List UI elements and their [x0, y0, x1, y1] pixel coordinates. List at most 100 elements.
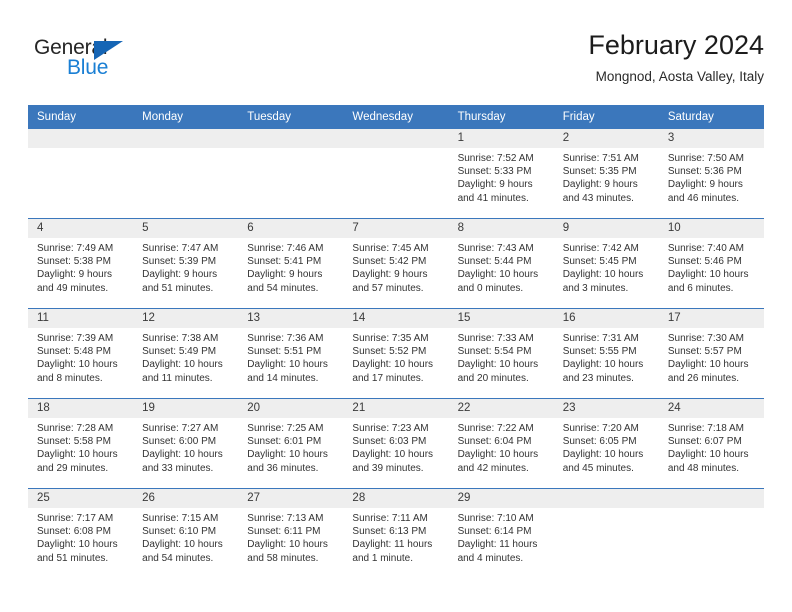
day-info: Sunrise: 7:46 AM Sunset: 5:41 PM Dayligh… [238, 238, 343, 295]
sunset-text: Sunset: 5:41 PM [247, 256, 322, 268]
day-info: Sunrise: 7:25 AM Sunset: 6:01 PM Dayligh… [238, 418, 343, 475]
day-cell[interactable]: 2 Sunrise: 7:51 AM Sunset: 5:35 PM Dayli… [553, 129, 659, 218]
daylight-line-2: and 1 minute. [352, 552, 414, 564]
day-cell[interactable]: 24 Sunrise: 7:18 AM Sunset: 6:07 PM Dayl… [658, 399, 764, 488]
day-cell[interactable]: 15 Sunrise: 7:33 AM Sunset: 5:54 PM Dayl… [448, 309, 554, 398]
day-number: 13 [238, 309, 344, 328]
day-number: 25 [28, 489, 134, 508]
day-cell[interactable]: 26 Sunrise: 7:15 AM Sunset: 6:10 PM Dayl… [133, 489, 239, 578]
day-number: 5 [133, 219, 239, 238]
daylight-line-1: Daylight: 10 hours [142, 539, 223, 551]
day-info: Sunrise: 7:17 AM Sunset: 6:08 PM Dayligh… [28, 508, 133, 565]
sunset-text: Sunset: 5:39 PM [142, 256, 217, 268]
day-cell[interactable]: 19 Sunrise: 7:27 AM Sunset: 6:00 PM Dayl… [133, 399, 239, 488]
sunrise-text: Sunrise: 7:31 AM [562, 333, 639, 344]
daylight-line-2: and 23 minutes. [562, 372, 634, 384]
page-title: February 2024 [588, 30, 764, 60]
day-cell[interactable]: 6 Sunrise: 7:46 AM Sunset: 5:41 PM Dayli… [238, 219, 344, 308]
sunset-text: Sunset: 6:08 PM [37, 526, 111, 538]
day-number: 1 [448, 129, 554, 148]
day-number [28, 129, 134, 148]
daylight-line-1: Daylight: 10 hours [142, 359, 223, 371]
day-cell[interactable]: 22 Sunrise: 7:22 AM Sunset: 6:04 PM Dayl… [448, 399, 554, 488]
sunset-text: Sunset: 5:33 PM [457, 166, 532, 178]
day-info: Sunrise: 7:45 AM Sunset: 5:42 PM Dayligh… [343, 238, 448, 295]
sunrise-text: Sunrise: 7:20 AM [562, 423, 639, 434]
day-cell[interactable]: 9 Sunrise: 7:42 AM Sunset: 5:45 PM Dayli… [553, 219, 659, 308]
day-cell[interactable]: 11 Sunrise: 7:39 AM Sunset: 5:48 PM Dayl… [28, 309, 134, 398]
day-cell [343, 129, 449, 218]
calendar-grid: Sunday Monday Tuesday Wednesday Thursday… [28, 105, 764, 578]
daylight-line-1: Daylight: 9 hours [352, 269, 428, 281]
day-cell[interactable]: 10 Sunrise: 7:40 AM Sunset: 5:46 PM Dayl… [658, 219, 764, 308]
day-cell[interactable]: 14 Sunrise: 7:35 AM Sunset: 5:52 PM Dayl… [343, 309, 449, 398]
day-number [658, 489, 764, 508]
sunset-text: Sunset: 5:54 PM [457, 346, 532, 358]
day-info: Sunrise: 7:42 AM Sunset: 5:45 PM Dayligh… [554, 238, 659, 295]
daylight-line-1: Daylight: 10 hours [142, 449, 223, 461]
day-cell [133, 129, 239, 218]
daylight-line-2: and 29 minutes. [37, 462, 109, 474]
day-cell[interactable]: 8 Sunrise: 7:43 AM Sunset: 5:44 PM Dayli… [448, 219, 554, 308]
day-cell[interactable]: 20 Sunrise: 7:25 AM Sunset: 6:01 PM Dayl… [238, 399, 344, 488]
sunset-text: Sunset: 6:03 PM [352, 436, 427, 448]
day-number: 8 [448, 219, 554, 238]
location-subtitle: Mongnod, Aosta Valley, Italy [595, 69, 764, 84]
day-cell[interactable]: 7 Sunrise: 7:45 AM Sunset: 5:42 PM Dayli… [343, 219, 449, 308]
day-number: 2 [553, 129, 659, 148]
sunset-text: Sunset: 5:44 PM [457, 256, 532, 268]
day-cell[interactable]: 21 Sunrise: 7:23 AM Sunset: 6:03 PM Dayl… [343, 399, 449, 488]
day-cell[interactable]: 28 Sunrise: 7:11 AM Sunset: 6:13 PM Dayl… [343, 489, 449, 578]
daylight-line-1: Daylight: 11 hours [352, 539, 433, 551]
sunrise-text: Sunrise: 7:23 AM [352, 423, 429, 434]
week-row: 1 Sunrise: 7:52 AM Sunset: 5:33 PM Dayli… [28, 128, 764, 218]
sunset-text: Sunset: 5:49 PM [142, 346, 217, 358]
sunrise-text: Sunrise: 7:52 AM [457, 153, 534, 164]
daylight-line-2: and 45 minutes. [562, 462, 634, 474]
daylight-line-1: Daylight: 10 hours [37, 359, 118, 371]
day-cell[interactable]: 18 Sunrise: 7:28 AM Sunset: 5:58 PM Dayl… [28, 399, 134, 488]
daylight-line-1: Daylight: 10 hours [247, 449, 328, 461]
daylight-line-2: and 57 minutes. [352, 282, 424, 294]
sunrise-text: Sunrise: 7:17 AM [37, 513, 114, 524]
sunset-text: Sunset: 5:57 PM [667, 346, 742, 358]
weekday-header-thursday: Thursday [457, 111, 506, 123]
day-cell[interactable]: 29 Sunrise: 7:10 AM Sunset: 6:14 PM Dayl… [448, 489, 554, 578]
day-cell[interactable]: 5 Sunrise: 7:47 AM Sunset: 5:39 PM Dayli… [133, 219, 239, 308]
brand-word-blue: Blue [67, 56, 109, 79]
day-info: Sunrise: 7:13 AM Sunset: 6:11 PM Dayligh… [238, 508, 343, 565]
day-number: 29 [448, 489, 554, 508]
day-cell[interactable]: 27 Sunrise: 7:13 AM Sunset: 6:11 PM Dayl… [238, 489, 344, 578]
day-cell[interactable]: 25 Sunrise: 7:17 AM Sunset: 6:08 PM Dayl… [28, 489, 134, 578]
sunset-text: Sunset: 6:01 PM [247, 436, 322, 448]
sunrise-text: Sunrise: 7:30 AM [667, 333, 744, 344]
day-number: 28 [343, 489, 449, 508]
day-cell[interactable]: 3 Sunrise: 7:50 AM Sunset: 5:36 PM Dayli… [658, 129, 764, 218]
day-cell [658, 489, 764, 578]
day-cell[interactable]: 13 Sunrise: 7:36 AM Sunset: 5:51 PM Dayl… [238, 309, 344, 398]
day-cell[interactable]: 23 Sunrise: 7:20 AM Sunset: 6:05 PM Dayl… [553, 399, 659, 488]
sunrise-text: Sunrise: 7:42 AM [562, 243, 639, 254]
day-info: Sunrise: 7:47 AM Sunset: 5:39 PM Dayligh… [133, 238, 238, 295]
day-cell[interactable]: 17 Sunrise: 7:30 AM Sunset: 5:57 PM Dayl… [658, 309, 764, 398]
sunrise-text: Sunrise: 7:46 AM [247, 243, 324, 254]
day-number [553, 489, 659, 508]
brand-logo[interactable]: General Blue [34, 36, 174, 88]
day-number: 20 [238, 399, 344, 418]
day-info: Sunrise: 7:40 AM Sunset: 5:46 PM Dayligh… [659, 238, 764, 295]
daylight-line-1: Daylight: 10 hours [457, 269, 539, 281]
daylight-line-2: and 42 minutes. [457, 462, 529, 474]
day-number: 18 [28, 399, 134, 418]
day-cell[interactable]: 1 Sunrise: 7:52 AM Sunset: 5:33 PM Dayli… [448, 129, 554, 218]
day-number: 23 [553, 399, 659, 418]
day-info: Sunrise: 7:11 AM Sunset: 6:13 PM Dayligh… [343, 508, 448, 565]
day-number: 7 [343, 219, 449, 238]
day-info: Sunrise: 7:52 AM Sunset: 5:33 PM Dayligh… [449, 148, 554, 205]
day-cell[interactable]: 12 Sunrise: 7:38 AM Sunset: 5:49 PM Dayl… [133, 309, 239, 398]
daylight-line-2: and 54 minutes. [247, 282, 319, 294]
sunset-text: Sunset: 5:52 PM [352, 346, 427, 358]
sunrise-text: Sunrise: 7:27 AM [142, 423, 219, 434]
day-cell[interactable]: 16 Sunrise: 7:31 AM Sunset: 5:55 PM Dayl… [553, 309, 659, 398]
day-cell[interactable]: 4 Sunrise: 7:49 AM Sunset: 5:38 PM Dayli… [28, 219, 134, 308]
day-info: Sunrise: 7:35 AM Sunset: 5:52 PM Dayligh… [343, 328, 448, 385]
